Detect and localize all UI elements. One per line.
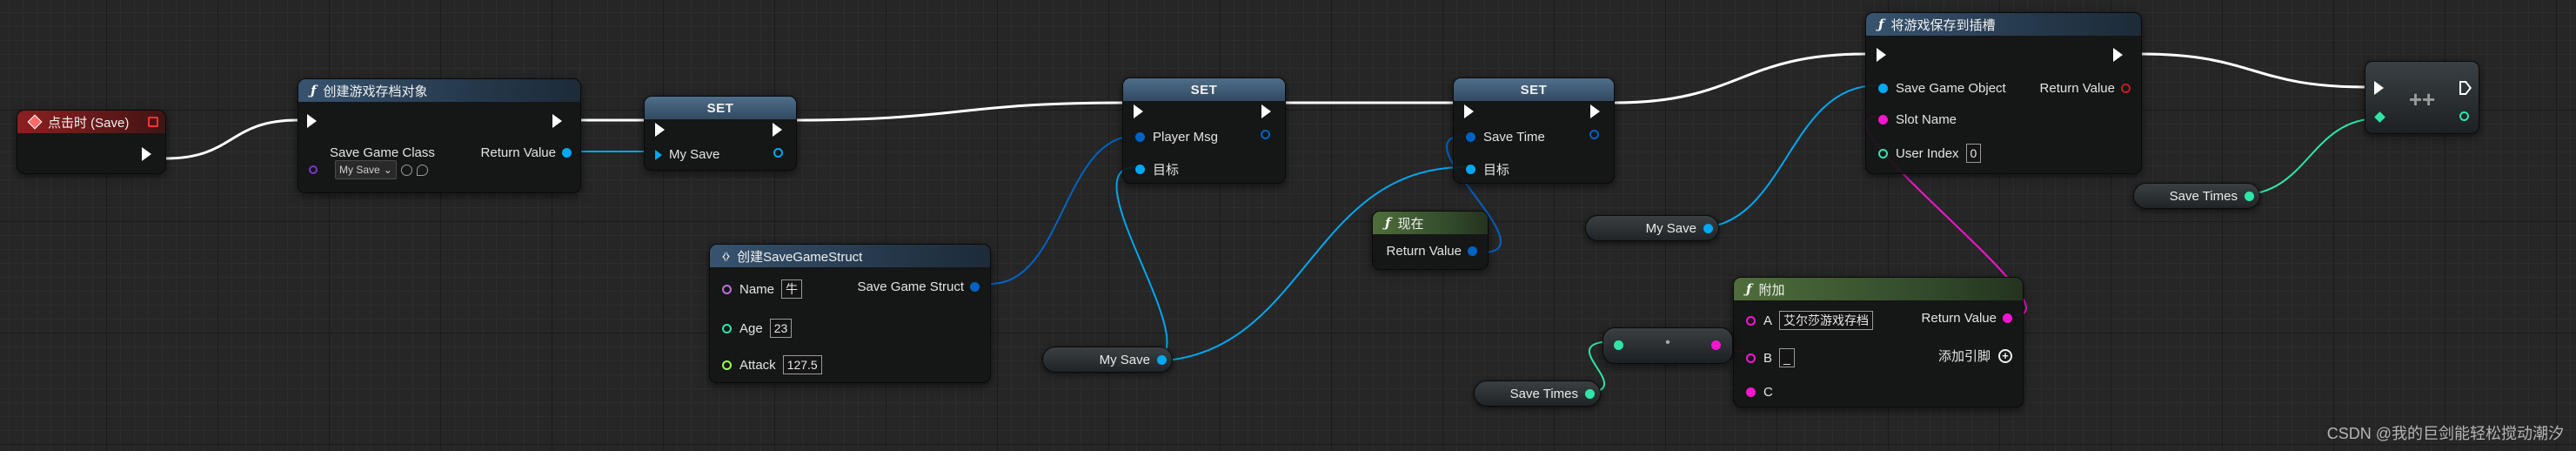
set-player-msg-target-pin[interactable]: 目标 <box>1135 160 1179 178</box>
save-game-to-slot-node[interactable]: ƒ 将游戏保存到插槽 Save Game Object Return Value… <box>1865 12 2142 174</box>
to-string-output-pin[interactable] <box>1711 340 1721 350</box>
chevron-down-icon: ⌄ <box>383 164 392 176</box>
save-times-getter-1[interactable]: Save Times <box>2133 183 2260 209</box>
now-return-pin[interactable]: Return Value <box>1387 244 1477 259</box>
wire <box>2238 118 2380 196</box>
browse-icon[interactable] <box>416 164 428 176</box>
save-slot-return-pin[interactable]: Return Value <box>2040 81 2131 96</box>
wire-layer <box>164 52 2380 394</box>
set-save-time-exec-out-pin[interactable] <box>1590 104 1600 118</box>
set-my-save-exec-out-pin[interactable] <box>773 123 782 137</box>
append-c-pin[interactable]: C <box>1746 385 1773 400</box>
my-save-getter-2[interactable]: My Save <box>1042 347 1173 373</box>
append-a-input[interactable]: 艾尔莎游戏存档 <box>1779 311 1874 330</box>
function-icon: ƒ <box>1385 215 1391 231</box>
set-player-msg-node[interactable]: SET Player Msg 目标 <box>1122 77 1286 184</box>
slot-name-pin[interactable]: Slot Name <box>1878 112 1957 127</box>
struct-name-input[interactable]: 牛 <box>781 279 803 299</box>
struct-age-pin[interactable]: Age 23 <box>722 319 793 338</box>
increment-title: ++ <box>2408 86 2436 112</box>
event-exec-out-pin[interactable] <box>142 147 151 161</box>
wire <box>164 118 298 160</box>
wire <box>2141 52 2365 89</box>
wire <box>796 101 1123 122</box>
event-on-clicked-node[interactable]: 点击时 (Save) <box>17 110 166 174</box>
create-save-node-header[interactable]: ƒ 创建游戏存档对象 <box>298 79 580 102</box>
event-icon <box>27 114 43 130</box>
function-icon: ƒ <box>1746 281 1752 297</box>
my-save-getter-1[interactable]: My Save <box>1585 215 1719 241</box>
function-icon: ƒ <box>1878 17 1884 32</box>
now-node-header[interactable]: ƒ 现在 <box>1373 212 1488 234</box>
save-slot-exec-in-pin[interactable] <box>1877 48 1886 62</box>
set-player-msg-header[interactable]: SET <box>1123 78 1285 101</box>
set-player-msg-exec-out-pin[interactable] <box>1261 104 1271 118</box>
set-my-save-output-pin[interactable] <box>773 148 783 158</box>
struct-attack-input[interactable]: 127.5 <box>782 355 822 374</box>
wire <box>1115 166 1168 362</box>
save-game-class-label: Save Game Class <box>330 145 435 160</box>
save-times-getter-2[interactable]: Save Times <box>1474 380 1601 407</box>
set-save-time-node[interactable]: SET Save Time 目标 <box>1453 77 1615 184</box>
save-game-object-pin[interactable]: Save Game Object <box>1878 81 2006 96</box>
wire <box>990 135 1136 285</box>
set-save-time-exec-in-pin[interactable] <box>1464 104 1474 118</box>
wire <box>1614 52 1866 104</box>
blueprint-graph[interactable]: 点击时 (Save) ƒ 创建游戏存档对象 Save Game Class My… <box>0 0 2576 451</box>
struct-age-input[interactable]: 23 <box>769 319 793 338</box>
make-save-game-struct-node[interactable]: ⧼⧽ 创建SaveGameStruct Name 牛 Save Game Str… <box>709 244 991 383</box>
wire <box>1696 84 1878 229</box>
create-save-game-object-node[interactable]: ƒ 创建游戏存档对象 Save Game Class My Save ⌄ Retu… <box>298 78 581 193</box>
save-slot-header[interactable]: ƒ 将游戏保存到插槽 <box>1866 13 2141 36</box>
create-save-return-pin[interactable]: Return Value <box>481 145 572 160</box>
set-player-msg-output-pin[interactable] <box>1261 130 1270 139</box>
set-my-save-exec-in-pin[interactable] <box>655 123 665 137</box>
use-asset-icon[interactable] <box>400 164 412 176</box>
user-index-input[interactable]: 0 <box>1965 144 1982 163</box>
set-save-time-target-pin[interactable]: 目标 <box>1466 160 1509 178</box>
save-slot-exec-out-pin[interactable] <box>2113 48 2123 62</box>
delegate-pin[interactable] <box>148 117 158 127</box>
append-a-pin[interactable]: A 艾尔莎游戏存档 <box>1746 311 1874 330</box>
set-save-time-output-pin[interactable] <box>1589 130 1599 139</box>
add-pin-button[interactable]: 添加引脚 + <box>1938 347 2012 365</box>
watermark: CSDN @我的巨剑能轻松搅动潮汐 <box>2326 425 2564 442</box>
struct-attack-pin[interactable]: Attack 127.5 <box>722 355 822 374</box>
make-struct-header[interactable]: ⧼⧽ 创建SaveGameStruct <box>710 245 990 267</box>
struct-icon: ⧼⧽ <box>722 249 731 262</box>
create-save-node-title: 创建游戏存档对象 <box>323 84 428 99</box>
append-return-pin[interactable]: Return Value <box>1922 311 2012 326</box>
set-save-time-header[interactable]: SET <box>1454 78 1614 101</box>
append-header[interactable]: ƒ 附加 <box>1734 278 2023 300</box>
create-save-exec-in-pin[interactable] <box>307 114 317 128</box>
increment-node[interactable]: ++ <box>2365 61 2479 134</box>
user-index-pin[interactable]: User Index 0 <box>1878 144 1982 163</box>
set-my-save-node[interactable]: SET My Save <box>644 96 797 171</box>
event-node-title: 点击时 (Save) <box>48 115 130 131</box>
struct-name-pin[interactable]: Name 牛 <box>722 279 803 299</box>
append-b-input[interactable]: _ <box>1779 348 1795 367</box>
int-to-string-node[interactable]: • <box>1602 327 1733 364</box>
create-save-exec-out-pin[interactable] <box>552 114 562 128</box>
set-save-time-value-pin[interactable]: Save Time <box>1466 130 1545 145</box>
now-node[interactable]: ƒ 现在 Return Value <box>1372 211 1489 270</box>
function-icon: ƒ <box>311 83 317 98</box>
increment-input-pin[interactable] <box>2374 111 2385 123</box>
save-game-class-dropdown[interactable]: My Save ⌄ <box>335 160 397 179</box>
set-my-save-input-pin[interactable]: My Save <box>655 147 719 162</box>
add-icon: + <box>1998 348 2012 363</box>
append-node[interactable]: ƒ 附加 A 艾尔莎游戏存档 Return Value B _ 添加引脚 + C <box>1733 277 2024 407</box>
set-my-save-header[interactable]: SET <box>645 97 796 119</box>
set-player-msg-value-pin[interactable]: Player Msg <box>1135 130 1218 145</box>
struct-output-pin[interactable]: Save Game Struct <box>857 279 980 294</box>
set-player-msg-exec-in-pin[interactable] <box>1134 104 1143 118</box>
save-game-class-pin[interactable]: My Save ⌄ <box>309 160 428 179</box>
append-b-pin[interactable]: B _ <box>1746 348 1795 367</box>
event-node-header[interactable]: 点击时 (Save) <box>17 111 165 133</box>
